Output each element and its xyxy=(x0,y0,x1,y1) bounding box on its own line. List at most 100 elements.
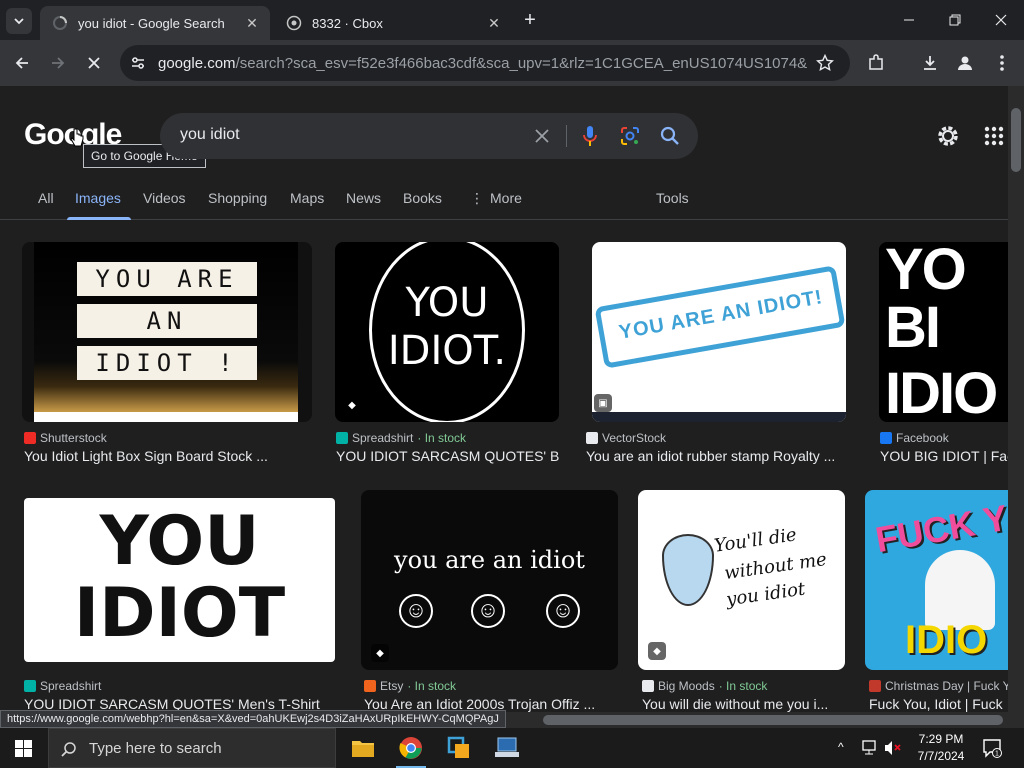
extensions-button[interactable] xyxy=(862,49,890,77)
result-caption[interactable]: Fuck You, Idiot | Fuck xyxy=(869,696,1008,712)
taskbar-chrome[interactable] xyxy=(388,728,434,768)
in-stock-label: · In stock xyxy=(417,431,467,445)
shopping-tag-icon: ◆ xyxy=(343,396,361,414)
taskbar-file-explorer[interactable] xyxy=(340,728,386,768)
tab-all[interactable]: All xyxy=(38,190,54,206)
google-images-page: Google Go to Google Home you idiot All I… xyxy=(0,86,1008,712)
result-source[interactable]: Big Moods · In stock xyxy=(642,679,767,693)
result-image-4[interactable]: YO BI IDIO xyxy=(879,242,1008,422)
new-tab-button[interactable]: + xyxy=(518,8,542,32)
taskbar-search[interactable]: Type here to search xyxy=(48,728,336,768)
google-apps-button[interactable] xyxy=(984,126,1006,148)
tools-button[interactable]: Tools xyxy=(656,190,689,206)
tab-cbox[interactable]: 8332 · Cbox ✕ xyxy=(274,6,512,40)
gear-icon xyxy=(938,126,958,146)
result-image-3[interactable]: YOU ARE AN IDIOT! ▣ xyxy=(592,242,846,422)
clear-search-icon[interactable] xyxy=(530,124,554,148)
result-source[interactable]: Christmas Day | Fuck Y xyxy=(869,679,1008,693)
start-button[interactable] xyxy=(0,728,46,768)
back-button[interactable] xyxy=(8,49,36,77)
settings-button[interactable] xyxy=(936,124,962,150)
image-text: without me xyxy=(723,548,829,585)
restore-button[interactable] xyxy=(932,0,978,40)
image-text: IDIOT xyxy=(73,574,286,653)
tab-maps[interactable]: Maps xyxy=(290,190,324,206)
result-caption[interactable]: You will die without me you i... xyxy=(642,696,842,712)
result-caption[interactable]: You are an idiot rubber stamp Royalty ..… xyxy=(586,448,846,464)
search-icon[interactable] xyxy=(658,124,682,148)
close-icon xyxy=(88,57,100,69)
result-source[interactable]: Shutterstock xyxy=(24,431,107,445)
notifications-button[interactable]: 1 xyxy=(982,738,1002,763)
result-image-7[interactable]: You'll die without me you idiot ◆ xyxy=(638,490,845,670)
show-hidden-icons-button[interactable]: ^ xyxy=(838,740,844,754)
source-name: Christmas Day | Fuck Y xyxy=(885,679,1008,693)
vertical-scrollbar[interactable] xyxy=(1008,86,1024,712)
stop-loading-button[interactable] xyxy=(80,49,108,77)
spreadshirt-favicon-icon xyxy=(24,680,36,692)
tab-videos[interactable]: Videos xyxy=(143,190,186,206)
result-source[interactable]: Spreadshirt xyxy=(24,679,101,693)
chrome-icon xyxy=(399,737,422,759)
profile-button[interactable] xyxy=(951,49,979,77)
tab-books[interactable]: Books xyxy=(403,190,442,206)
image-text: YOU ARE xyxy=(77,262,257,296)
site-info-icon[interactable] xyxy=(130,55,146,76)
result-caption[interactable]: YOU BIG IDIOT | Fac xyxy=(880,448,1008,464)
chevron-down-icon xyxy=(14,18,24,25)
result-source[interactable]: Spreadshirt · In stock xyxy=(336,431,466,445)
close-window-button[interactable] xyxy=(978,0,1024,40)
lens-search-icon[interactable] xyxy=(618,124,642,148)
in-stock-label: · In stock xyxy=(718,679,768,693)
result-image-2[interactable]: YOU IDIOT. ◆ xyxy=(335,242,559,422)
result-source[interactable]: Facebook xyxy=(880,431,949,445)
tab-shopping[interactable]: Shopping xyxy=(208,190,267,206)
tab-more[interactable]: ⋮ More xyxy=(470,190,522,207)
tab-search-button[interactable] xyxy=(6,8,32,34)
tab-images[interactable]: Images xyxy=(75,190,121,206)
bigmoods-favicon-icon xyxy=(642,680,654,692)
voice-search-icon[interactable] xyxy=(578,124,602,148)
result-image-5[interactable]: YOU IDIOT xyxy=(24,498,335,662)
result-image-6[interactable]: you are an idiot ☺ ☺ ☺ ◆ xyxy=(361,490,618,670)
in-stock-label: · In stock xyxy=(407,679,457,693)
taskbar-app-blue[interactable] xyxy=(436,728,482,768)
smiley-face-icon: ☺ xyxy=(399,594,433,628)
result-image-8[interactable]: FUCK Y IDIO xyxy=(865,490,1008,670)
tab-google-search[interactable]: you idiot - Google Search ✕ xyxy=(40,6,270,40)
close-tab-icon[interactable]: ✕ xyxy=(484,13,504,33)
cbox-favicon-icon xyxy=(286,15,302,31)
result-source[interactable]: Etsy · In stock xyxy=(364,679,456,693)
network-icon[interactable] xyxy=(862,740,880,761)
result-caption[interactable]: YOU IDIOT SARCASM QUOTES' B... xyxy=(336,448,560,464)
search-input[interactable]: you idiot xyxy=(180,126,240,144)
browser-toolbar: google.com/search?sca_esv=f52e3f466bac3c… xyxy=(0,40,1024,86)
url-text[interactable]: google.com/search?sca_esv=f52e3f466bac3c… xyxy=(158,55,808,72)
minimize-icon xyxy=(904,19,914,21)
volume-muted-icon[interactable] xyxy=(884,740,902,761)
search-box[interactable]: you idiot xyxy=(160,113,698,159)
minimize-button[interactable] xyxy=(886,0,932,40)
image-text: IDIO xyxy=(905,618,988,662)
forward-button[interactable] xyxy=(44,49,72,77)
source-name: VectorStock xyxy=(602,431,667,445)
result-image-1[interactable]: YOU ARE AN IDIOT ! xyxy=(22,242,312,422)
chrome-menu-button[interactable] xyxy=(988,49,1016,77)
water-drop-drawing xyxy=(662,534,714,606)
close-tab-icon[interactable]: ✕ xyxy=(242,13,262,33)
taskbar-search-placeholder: Type here to search xyxy=(89,740,222,757)
taskbar-clock[interactable]: 7:29 PM 7/7/2024 xyxy=(906,731,976,765)
downloads-button[interactable] xyxy=(916,49,944,77)
bookmark-star-icon[interactable] xyxy=(815,53,835,77)
scrollbar-thumb[interactable] xyxy=(1011,108,1021,172)
clock-date: 7/7/2024 xyxy=(917,749,965,763)
address-bar[interactable]: google.com/search?sca_esv=f52e3f466bac3c… xyxy=(120,45,850,81)
image-text: You'll die xyxy=(712,524,798,557)
active-tab-indicator xyxy=(67,217,131,220)
taskbar-app-network[interactable] xyxy=(484,728,530,768)
result-source[interactable]: VectorStock xyxy=(586,431,666,445)
tab-news[interactable]: News xyxy=(346,190,381,206)
result-caption[interactable]: You Idiot Light Box Sign Board Stock ... xyxy=(24,448,314,464)
horizontal-scrollbar-thumb[interactable] xyxy=(543,715,1003,725)
url-domain: google.com xyxy=(158,55,236,72)
